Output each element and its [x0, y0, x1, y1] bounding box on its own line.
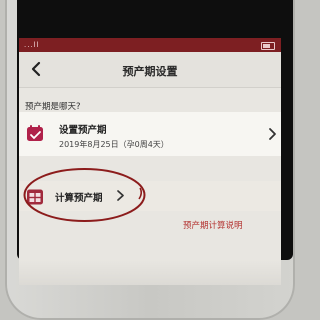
calendar-icon [27, 125, 43, 141]
signal-indicator: ...ll [24, 41, 40, 49]
bottom-area [19, 260, 281, 285]
due-date-question: 预产期是哪天? [25, 102, 81, 112]
chevron-right-icon [269, 128, 276, 140]
status-bar: ...ll [19, 38, 281, 52]
nav-bar: 预产期设置 [19, 52, 281, 88]
set-due-date-row[interactable]: 设置预产期 2019年8月25日（孕0周4天） [19, 112, 281, 156]
calculate-due-date-row[interactable]: 计算预产期 [19, 181, 281, 211]
due-date-value: 2019年8月25日（孕0周4天） [59, 140, 169, 149]
page-title: 预产期设置 [122, 65, 178, 78]
set-due-date-label: 设置预产期 [59, 125, 107, 136]
chevron-right-icon [117, 190, 124, 201]
app-screen: ...ll 预产期设置 预产期是哪天? 设置预产期 2019年8月25日（孕0周… [19, 38, 281, 285]
due-date-explanation-link[interactable]: 预产期计算说明 [183, 219, 243, 231]
battery-icon [261, 42, 275, 50]
calculate-due-date-label: 计算预产期 [55, 193, 103, 204]
calendar-grid-icon [27, 189, 43, 205]
